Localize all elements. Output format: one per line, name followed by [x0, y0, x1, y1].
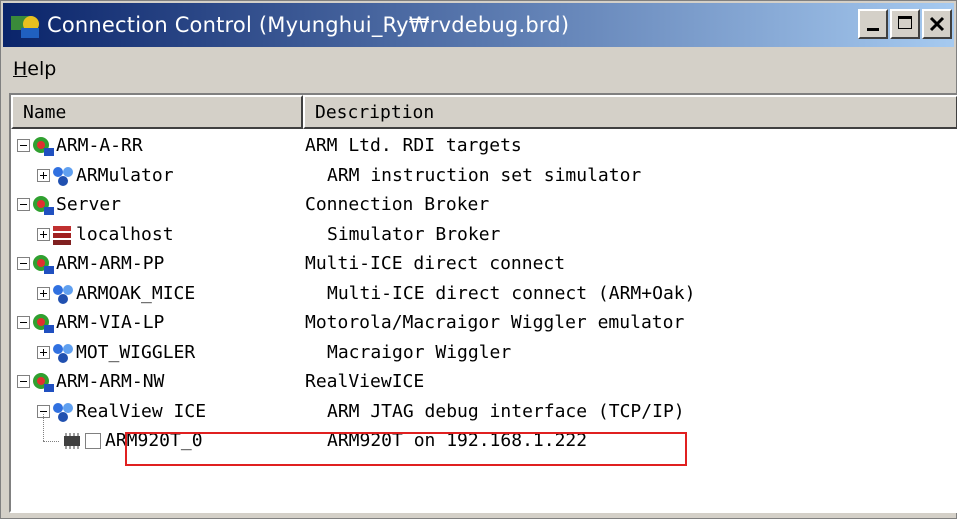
- tree-row[interactable]: ARM-ARM-PP Multi-ICE direct connect: [11, 251, 957, 281]
- target-icon: [30, 311, 56, 335]
- tree-row[interactable]: RealView ICE ARM JTAG debug interface (TC…: [11, 399, 957, 429]
- tree-item-name: ARM-ARM-PP: [56, 253, 165, 274]
- tree-row[interactable]: ARM-ARM-NW RealViewICE: [11, 369, 957, 399]
- tree-row[interactable]: localhost Simulator Broker: [11, 222, 957, 252]
- tree-item-name: RealView ICE: [76, 400, 207, 422]
- collapse-icon[interactable]: [17, 139, 30, 152]
- tree-item-description: ARM instruction set simulator: [327, 164, 642, 186]
- title-buttons: [856, 9, 952, 39]
- close-icon: [929, 16, 945, 32]
- collapse-icon[interactable]: [17, 198, 30, 211]
- expand-icon[interactable]: [37, 286, 50, 300]
- network-node-icon: [50, 341, 76, 365]
- tree-connector-line: [43, 414, 45, 441]
- tree-row[interactable]: MOT_WIGGLER Macraigor Wiggler: [11, 340, 957, 370]
- network-node-icon: [50, 400, 76, 424]
- tree-item-name: ARM-ARM-NW: [56, 371, 165, 392]
- menu-help-mnemonic: H: [13, 58, 28, 80]
- expand-icon[interactable]: [37, 345, 50, 359]
- tree-item-description: Multi-ICE direct connect: [305, 253, 566, 274]
- title-bar[interactable]: Connection Control (Myunghui_Ry₩rvdebug.…: [3, 3, 954, 47]
- tree-item-description: ARM Ltd. RDI targets: [305, 135, 522, 156]
- collapse-icon[interactable]: [17, 375, 30, 388]
- tree-item-description: Connection Broker: [305, 194, 490, 215]
- connection-control-window: Connection Control (Myunghui_Ry₩rvdebug.…: [0, 0, 957, 519]
- close-button[interactable]: [922, 9, 952, 39]
- tree-rows: ARM-A-RR ARM Ltd. RDI targets ARMulator ARM…: [11, 133, 957, 458]
- tree-item-name: localhost: [76, 223, 174, 245]
- collapse-icon[interactable]: [17, 316, 30, 329]
- target-icon: [30, 134, 56, 158]
- maximize-icon: [898, 16, 912, 29]
- minimize-button[interactable]: [858, 9, 888, 39]
- tree-item-description: Macraigor Wiggler: [327, 341, 512, 363]
- target-icon: [30, 370, 56, 394]
- maximize-button[interactable]: [890, 9, 920, 39]
- selection-highlight-box: [125, 432, 687, 466]
- minimize-icon: [867, 28, 879, 31]
- enable-checkbox[interactable]: [85, 433, 101, 449]
- tree-item-description: Motorola/Macraigor Wiggler emulator: [305, 312, 685, 333]
- tree-item-description: RealViewICE: [305, 371, 425, 392]
- target-icon: [30, 193, 56, 217]
- tree-item-name: ARM-VIA-LP: [56, 312, 165, 333]
- tree-connector-line: [43, 441, 59, 443]
- tree-item-description: Simulator Broker: [327, 223, 501, 245]
- chip-icon: [59, 429, 85, 453]
- tree-item-description: Multi-ICE direct connect (ARM+Oak): [327, 282, 696, 304]
- tree-item-description: ARM JTAG debug interface (TCP/IP): [327, 400, 685, 422]
- tree-item-name: MOT_WIGGLER: [76, 341, 196, 363]
- tree-row[interactable]: ARM-A-RR ARM Ltd. RDI targets: [11, 133, 957, 163]
- expand-icon[interactable]: [37, 168, 50, 182]
- server-stack-icon: [50, 223, 76, 247]
- tree-item-name: ARMulator: [76, 164, 174, 186]
- tree-item-name: Server: [56, 194, 122, 215]
- expand-icon[interactable]: [37, 227, 50, 241]
- app-icon: [11, 16, 39, 38]
- menu-bar: Help: [3, 49, 954, 89]
- tree-row[interactable]: ARM-VIA-LP Motorola/Macraigor Wiggler emu…: [11, 310, 957, 340]
- tree-item-name: ARMOAK_MICE: [76, 282, 196, 304]
- collapse-icon[interactable]: [17, 257, 30, 270]
- window-title: Connection Control (Myunghui_Ry₩rvdebug.…: [47, 13, 570, 37]
- column-header: Name Description: [11, 95, 957, 129]
- tree-row[interactable]: ARMulator ARM instruction set simulator: [11, 163, 957, 193]
- tree-row[interactable]: Server Connection Broker: [11, 192, 957, 222]
- menu-help[interactable]: Help: [3, 58, 66, 80]
- target-icon: [30, 252, 56, 276]
- column-header-name[interactable]: Name: [11, 95, 303, 129]
- menu-help-rest: elp: [27, 58, 57, 80]
- tree-item-name: ARM-A-RR: [56, 135, 143, 156]
- network-node-icon: [50, 282, 76, 306]
- tree-row[interactable]: ARMOAK_MICE Multi-ICE direct connect (ARM…: [11, 281, 957, 311]
- network-node-icon: [50, 164, 76, 188]
- column-header-description[interactable]: Description: [303, 95, 957, 129]
